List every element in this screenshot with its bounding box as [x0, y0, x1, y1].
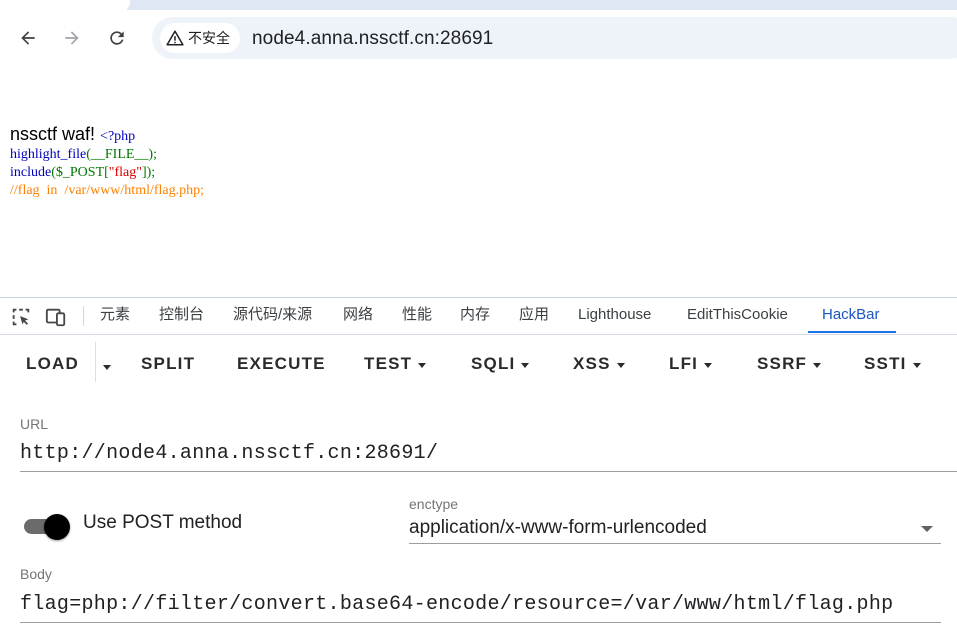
- device-toolbar-icon[interactable]: [45, 306, 67, 328]
- body-field-underline: [20, 622, 941, 623]
- load-label: LOAD: [26, 354, 79, 373]
- tab-lighthouse[interactable]: Lighthouse: [578, 298, 651, 333]
- code-line-3: include($_POST["flag"]);: [10, 164, 204, 182]
- tab-hackbar[interactable]: HackBar: [822, 298, 880, 333]
- xss-caret-icon: [616, 362, 625, 368]
- sqli-caret-icon: [521, 362, 530, 368]
- code-fn-highlight: highlight_file: [10, 147, 87, 162]
- test-menu-button[interactable]: TEST: [364, 354, 427, 374]
- code-string-flag: "flag": [108, 165, 142, 180]
- tab-network[interactable]: 网络: [343, 298, 373, 333]
- lfi-caret-icon: [704, 362, 713, 368]
- address-bar[interactable]: 不安全 node4.anna.nssctf.cn:28691: [152, 17, 957, 59]
- tab-sources[interactable]: 源代码/来源: [233, 298, 312, 333]
- lfi-label: LFI: [669, 354, 699, 373]
- code-line-2: highlight_file(__FILE__);: [10, 146, 204, 164]
- forward-button[interactable]: [56, 22, 88, 54]
- code-comment: //flag in /var/www/html/flag.php;: [10, 183, 205, 198]
- lfi-menu-button[interactable]: LFI: [669, 354, 713, 374]
- sqli-menu-button[interactable]: SQLI: [471, 354, 530, 374]
- xss-menu-button[interactable]: XSS: [573, 354, 625, 374]
- split-button[interactable]: SPLIT: [141, 354, 195, 374]
- ssti-caret-icon: [912, 362, 921, 368]
- url-text[interactable]: node4.anna.nssctf.cn:28691: [252, 28, 493, 50]
- tab-memory[interactable]: 内存: [460, 298, 490, 333]
- split-label: SPLIT: [141, 354, 196, 373]
- tab-application[interactable]: 应用: [519, 298, 549, 333]
- load-menu-caret-icon[interactable]: [103, 365, 111, 370]
- security-chip[interactable]: 不安全: [160, 23, 240, 53]
- waf-line: nssctf waf! <?php: [10, 124, 204, 146]
- devtools-tab-separator: [83, 306, 84, 326]
- body-field-label: Body: [20, 566, 52, 582]
- url-field-underline: [20, 471, 957, 472]
- reload-button[interactable]: [101, 22, 133, 54]
- code-php-open: <?php: [100, 129, 136, 144]
- ssti-menu-button[interactable]: SSTI: [864, 354, 921, 374]
- warning-icon: [166, 30, 184, 46]
- toggle-thumb: [44, 514, 70, 540]
- enctype-underline: [409, 543, 941, 544]
- code-include-close: ]);: [141, 165, 156, 180]
- ssrf-menu-button[interactable]: SSRF: [757, 354, 822, 374]
- sqli-label: SQLI: [471, 354, 516, 373]
- xss-label: XSS: [573, 354, 611, 373]
- back-button[interactable]: [12, 22, 44, 54]
- browser-toolbar: 不安全 node4.anna.nssctf.cn:28691: [0, 0, 957, 78]
- code-include-open: ($_POST[: [51, 165, 109, 180]
- execute-button[interactable]: EXECUTE: [237, 354, 326, 374]
- tab-performance[interactable]: 性能: [402, 298, 432, 333]
- reload-icon: [110, 31, 124, 45]
- load-button[interactable]: LOAD: [26, 354, 79, 374]
- devtools-panel: 元素 控制台 源代码/来源 网络 性能 内存 应用 Lighthouse Edi…: [0, 297, 957, 635]
- waf-text: nssctf waf!: [10, 124, 96, 144]
- arrow-left-icon: [21, 31, 35, 45]
- tab-elements[interactable]: 元素: [100, 298, 130, 333]
- ssti-label: SSTI: [864, 354, 907, 373]
- execute-label: EXECUTE: [237, 354, 326, 373]
- tab-editthiscookie[interactable]: EditThisCookie: [687, 298, 788, 333]
- code-fn-include: include: [10, 165, 52, 180]
- devtools-tab-bar: 元素 控制台 源代码/来源 网络 性能 内存 应用 Lighthouse Edi…: [0, 297, 957, 335]
- page-content: nssctf waf! <?php highlight_file(__FILE_…: [10, 124, 204, 200]
- tab-console[interactable]: 控制台: [159, 298, 204, 333]
- test-label: TEST: [364, 354, 413, 373]
- code-args-highlight: (__FILE__);: [86, 147, 157, 162]
- load-divider: [95, 342, 96, 382]
- security-label: 不安全: [188, 30, 230, 46]
- ssrf-label: SSRF: [757, 354, 808, 373]
- test-caret-icon: [418, 362, 427, 368]
- post-method-toggle[interactable]: [22, 514, 72, 540]
- arrow-right-icon: [65, 31, 79, 45]
- inspect-element-icon[interactable]: [10, 306, 32, 328]
- url-field[interactable]: http://node4.anna.nssctf.cn:28691/: [20, 442, 438, 465]
- enctype-select[interactable]: application/x-www-form-urlencoded: [409, 517, 707, 539]
- url-field-label: URL: [20, 416, 49, 432]
- active-tab-indicator: [808, 331, 896, 333]
- ssrf-caret-icon: [813, 362, 822, 368]
- enctype-label: enctype: [409, 496, 459, 512]
- dropdown-arrow-icon[interactable]: [921, 526, 933, 532]
- post-method-label[interactable]: Use POST method: [83, 512, 242, 534]
- hackbar-toolbar: LOAD SPLIT EXECUTE TEST SQLI XSS LFI SSR…: [0, 334, 957, 392]
- body-field[interactable]: flag=php://filter/convert.base64-encode/…: [20, 593, 893, 616]
